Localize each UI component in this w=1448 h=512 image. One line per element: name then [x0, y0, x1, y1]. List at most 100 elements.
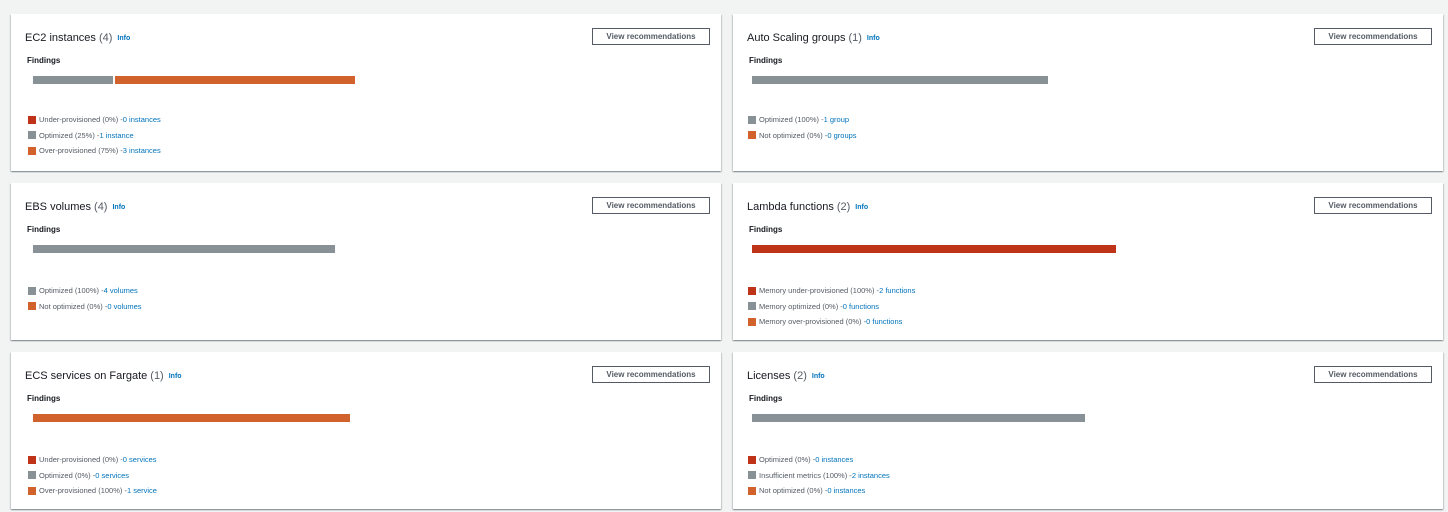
- legend-swatch: [748, 302, 756, 311]
- legend-link[interactable]: 0 volumes: [107, 299, 141, 315]
- info-link[interactable]: Info: [867, 35, 880, 42]
- info-link[interactable]: Info: [117, 35, 130, 42]
- findings-label: Findings: [749, 225, 783, 234]
- legend-swatch: [748, 486, 756, 495]
- findings-dashboard: EC2 instances (4) Info View recommendation…: [11, 14, 1443, 512]
- info-link[interactable]: Info: [812, 373, 825, 380]
- legend-swatch: [748, 317, 756, 326]
- legend-swatch: [28, 302, 36, 311]
- legend-label: Memory over-provisioned (0%) -: [759, 317, 867, 326]
- legend-label: Not optimized (0%) -: [759, 486, 828, 495]
- card-count: (4): [94, 201, 108, 213]
- findings-legend: Under-provisioned (0%) - 0 services Opti…: [28, 452, 157, 499]
- legend-link[interactable]: 0 groups: [827, 128, 856, 144]
- legend-link[interactable]: 0 functions: [866, 314, 902, 330]
- legend-label: Over-provisioned (100%) -: [39, 486, 127, 495]
- legend-label: Optimized (100%) -: [759, 115, 824, 124]
- card-count: (2): [793, 370, 807, 382]
- legend-label: Optimized (100%) -: [39, 286, 104, 295]
- view-recommendations-button[interactable]: View recommendations: [1314, 366, 1432, 383]
- legend-swatch: [748, 115, 756, 124]
- legend-link[interactable]: 0 services: [123, 452, 157, 468]
- findings-bar: [752, 414, 1085, 422]
- legend-link[interactable]: 0 services: [95, 468, 129, 484]
- legend-swatch: [748, 455, 756, 464]
- legend-item-insufficient-metrics: Insufficient metrics (100%) - 2 instance…: [748, 468, 890, 484]
- legend-link[interactable]: 2 functions: [879, 283, 915, 299]
- legend-label: Under-provisioned (0%) -: [39, 455, 123, 464]
- info-link[interactable]: Info: [169, 373, 182, 380]
- legend-swatch: [748, 131, 756, 140]
- view-recommendations-button[interactable]: View recommendations: [1314, 197, 1432, 214]
- card-count: (4): [98, 32, 113, 44]
- bar-segment-optimized: [33, 76, 113, 84]
- card-title: Lambda functions: [747, 201, 834, 213]
- legend-swatch: [28, 286, 36, 295]
- card-title: EC2 instances: [25, 32, 96, 44]
- findings-bar: [752, 245, 1116, 253]
- legend-link[interactable]: 0 instances: [827, 483, 865, 499]
- card-header: ECS services on Fargate (1) Info: [25, 369, 182, 384]
- card-header: EC2 instances (4) Info: [25, 31, 130, 46]
- legend-link[interactable]: 2 instances: [852, 468, 890, 484]
- legend-label: Under-provisioned (0%) -: [39, 115, 123, 124]
- card-ebs-volumes: EBS volumes (4) Info View recommendations …: [11, 183, 721, 340]
- card-header: Auto Scaling groups (1) Info: [747, 31, 880, 46]
- findings-label: Findings: [749, 56, 783, 65]
- card-auto-scaling-groups: Auto Scaling groups (1) Info View recommen…: [733, 14, 1443, 171]
- card-licenses: Licenses (2) Info View recommendations Fin…: [733, 352, 1443, 509]
- findings-legend: Memory under-provisioned (100%) - 2 func…: [748, 283, 915, 330]
- legend-link[interactable]: 3 instances: [123, 143, 161, 159]
- view-recommendations-button[interactable]: View recommendations: [592, 28, 710, 45]
- findings-legend: Under-provisioned (0%) - 0 instances Opt…: [28, 112, 161, 159]
- legend-link[interactable]: 1 service: [127, 483, 157, 499]
- legend-link[interactable]: 1 instance: [99, 128, 133, 144]
- card-header: Lambda functions (2) Info: [747, 200, 868, 215]
- legend-swatch: [28, 455, 36, 464]
- legend-item-over-provisioned: Over-provisioned (75%) - 3 instances: [28, 143, 161, 159]
- findings-bar: [33, 76, 355, 84]
- card-ec2-instances: EC2 instances (4) Info View recommendation…: [11, 14, 721, 171]
- bar-segment-insufficient-metrics: [752, 414, 1085, 422]
- legend-item-optimized: Optimized (0%) - 0 instances: [748, 452, 890, 468]
- view-recommendations-button[interactable]: View recommendations: [592, 197, 710, 214]
- legend-link[interactable]: 1 group: [824, 112, 849, 128]
- legend-item-under-provisioned: Under-provisioned (0%) - 0 services: [28, 452, 157, 468]
- view-recommendations-button[interactable]: View recommendations: [592, 366, 710, 383]
- legend-item-under-provisioned: Memory under-provisioned (100%) - 2 func…: [748, 283, 915, 299]
- legend-label: Optimized (0%) -: [759, 455, 816, 464]
- legend-swatch: [748, 471, 756, 480]
- legend-label: Over-provisioned (75%) -: [39, 146, 123, 155]
- legend-item-not-optimized: Not optimized (0%) - 0 volumes: [28, 299, 142, 315]
- legend-item-not-optimized: Not optimized (0%) - 0 instances: [748, 483, 890, 499]
- legend-link[interactable]: 0 instances: [123, 112, 161, 128]
- legend-swatch: [748, 286, 756, 295]
- legend-item-over-provisioned: Memory over-provisioned (0%) - 0 functio…: [748, 314, 915, 330]
- card-count: (1): [848, 32, 862, 44]
- card-title: Auto Scaling groups: [747, 32, 846, 44]
- legend-item-optimized: Optimized (25%) - 1 instance: [28, 128, 161, 144]
- legend-item-optimized: Optimized (0%) - 0 services: [28, 468, 157, 484]
- legend-link[interactable]: 4 volumes: [104, 283, 138, 299]
- legend-label: Memory under-provisioned (100%) -: [759, 286, 880, 295]
- legend-item-optimized: Optimized (100%) - 4 volumes: [28, 283, 142, 299]
- bar-segment-over-provisioned: [115, 76, 355, 84]
- card-header: Licenses (2) Info: [747, 369, 825, 384]
- findings-legend: Optimized (0%) - 0 instances Insufficien…: [748, 452, 890, 499]
- legend-link[interactable]: 0 functions: [843, 299, 879, 315]
- card-count: (2): [836, 201, 851, 213]
- findings-bar: [752, 76, 1048, 84]
- findings-legend: Optimized (100%) - 1 group Not optimized…: [748, 112, 857, 143]
- info-link[interactable]: Info: [855, 204, 868, 211]
- view-recommendations-button[interactable]: View recommendations: [1314, 28, 1432, 45]
- legend-label: Optimized (0%) -: [39, 470, 96, 480]
- legend-swatch: [28, 115, 36, 124]
- card-ecs-services-on-fargate: ECS services on Fargate (1) Info View reco…: [11, 352, 721, 509]
- legend-link[interactable]: 0 instances: [815, 452, 853, 468]
- bar-segment-optimized: [752, 76, 1048, 84]
- card-title: Licenses: [747, 370, 791, 382]
- findings-bar: [33, 245, 335, 253]
- legend-item-optimized: Memory optimized (0%) - 0 functions: [748, 299, 915, 315]
- card-lambda-functions: Lambda functions (2) Info View recommendat…: [733, 183, 1443, 340]
- info-link[interactable]: Info: [112, 204, 125, 211]
